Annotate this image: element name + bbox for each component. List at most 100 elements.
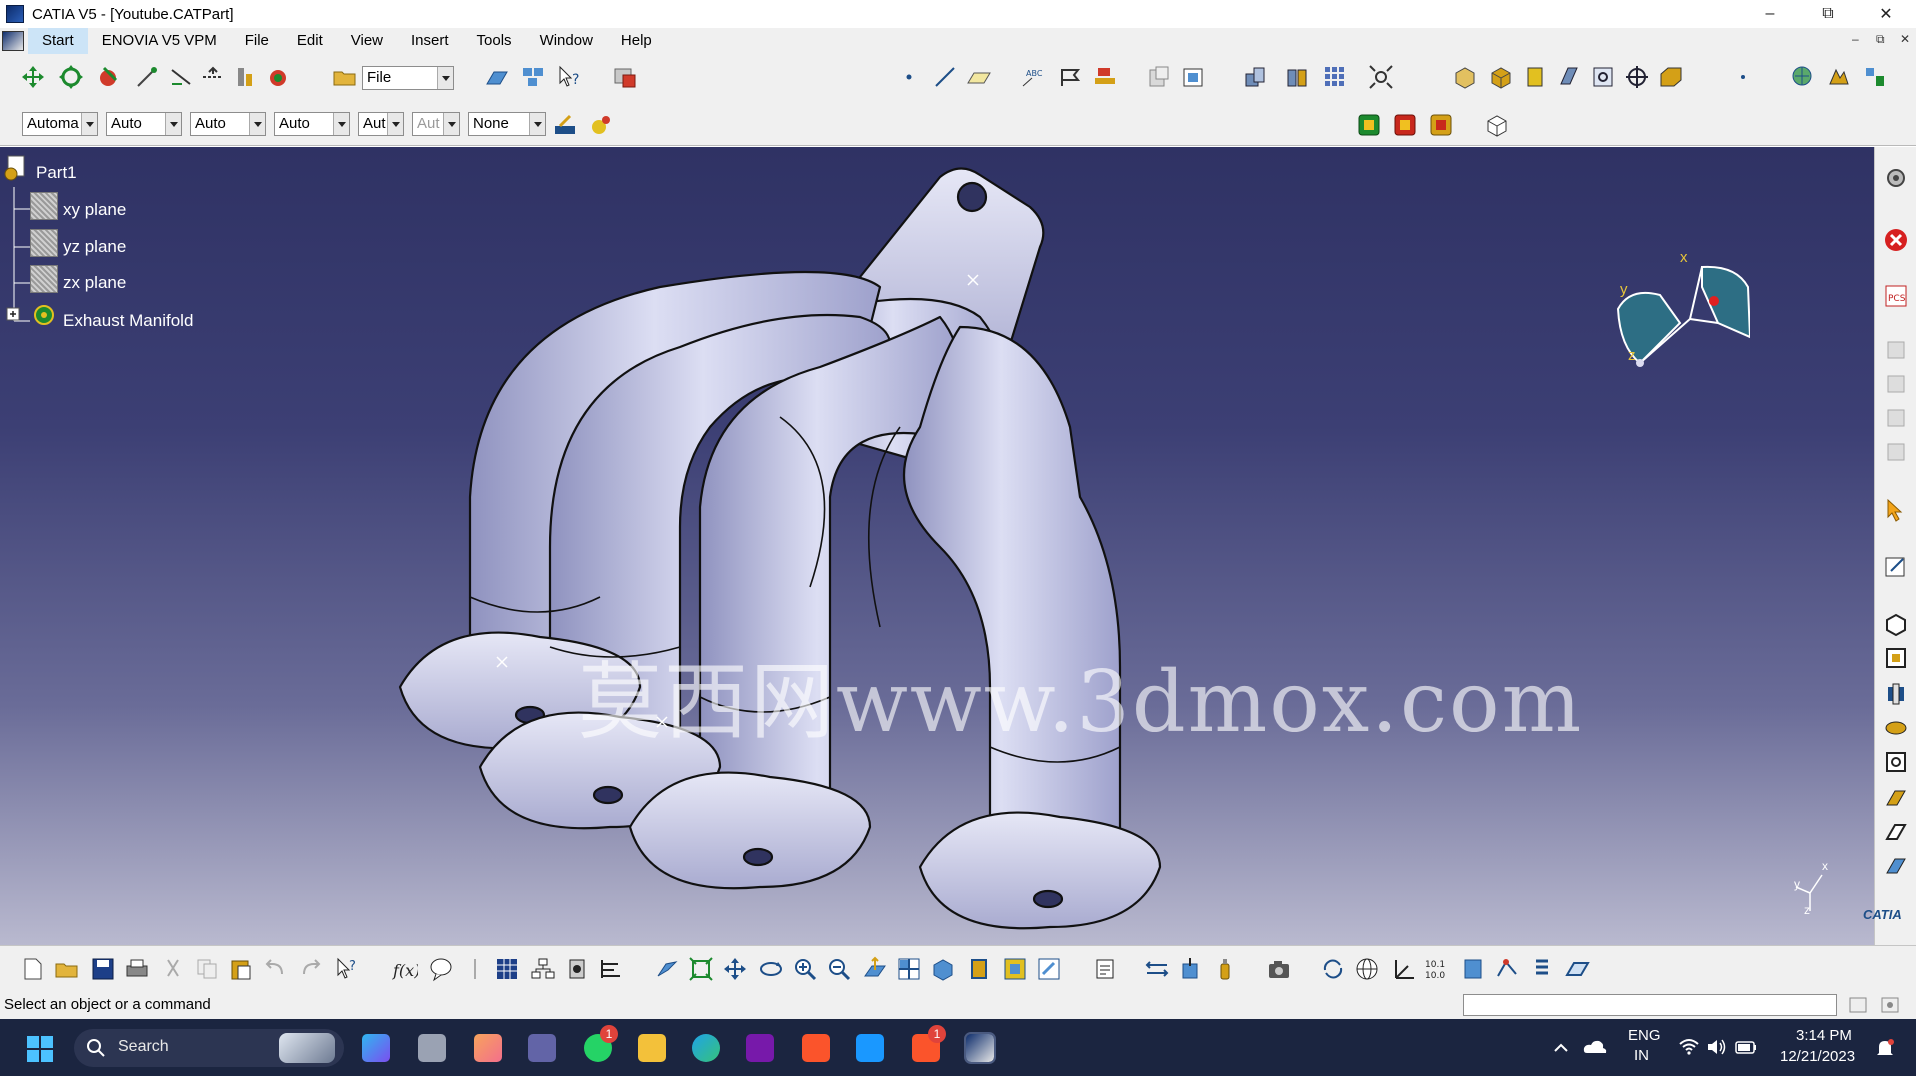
constraint-icon[interactable] xyxy=(1494,956,1520,982)
menu-insert[interactable]: Insert xyxy=(397,28,463,54)
layer-combo[interactable]: None xyxy=(468,112,546,136)
status-panel-icon[interactable] xyxy=(1848,995,1870,1015)
language-label[interactable]: ENG xyxy=(1628,1027,1661,1044)
chamfer-icon[interactable] xyxy=(1883,819,1909,845)
hierarchy-icon[interactable] xyxy=(530,956,556,982)
knowledge-advisor-icon[interactable] xyxy=(598,956,624,982)
text-annotation-icon[interactable]: ABC xyxy=(1020,64,1046,90)
camera-icon[interactable] xyxy=(1266,956,1292,982)
file-combo[interactable]: File xyxy=(362,66,454,90)
box-icon[interactable] xyxy=(1522,64,1548,90)
edge-icon[interactable] xyxy=(692,1034,720,1062)
task-view-icon[interactable] xyxy=(418,1034,446,1062)
shading-icon[interactable] xyxy=(1488,64,1514,90)
command-input[interactable] xyxy=(1463,994,1837,1016)
distance-icon[interactable] xyxy=(1144,956,1170,982)
solid-icon[interactable] xyxy=(1658,64,1684,90)
prime-video-icon[interactable] xyxy=(856,1034,884,1062)
analysis-icon[interactable] xyxy=(612,64,638,90)
part-document-icon[interactable] xyxy=(2,155,28,183)
globe-icon[interactable] xyxy=(1354,956,1380,982)
iso-view-icon[interactable] xyxy=(1452,64,1478,90)
whats-this-icon[interactable]: ? xyxy=(556,64,582,90)
tree-item-exhaust-manifold[interactable]: Exhaust Manifold xyxy=(63,311,193,331)
plane-icon[interactable] xyxy=(966,64,992,90)
fit-all-in-icon[interactable] xyxy=(688,956,714,982)
measure-inertia-icon[interactable] xyxy=(232,64,258,90)
restore-button[interactable]: ⧉ xyxy=(1800,0,1856,28)
teams-icon[interactable] xyxy=(528,1034,556,1062)
cut-icon[interactable] xyxy=(160,956,186,982)
menu-start[interactable]: Start xyxy=(28,28,88,54)
status-settings-icon[interactable] xyxy=(1880,995,1902,1015)
comment-icon[interactable] xyxy=(428,956,454,982)
windows-start-icon[interactable] xyxy=(26,1035,54,1063)
part-body-icon[interactable] xyxy=(1484,112,1510,138)
menu-file[interactable]: File xyxy=(231,28,283,54)
sketch-edit-icon[interactable] xyxy=(1883,553,1909,579)
menu-view[interactable]: View xyxy=(337,28,397,54)
menu-window[interactable]: Window xyxy=(526,28,607,54)
copilot-icon[interactable] xyxy=(362,1034,390,1062)
transparency-combo[interactable]: Auto xyxy=(106,112,182,136)
view-mode-icon[interactable] xyxy=(966,956,992,982)
pocket-feature-icon[interactable] xyxy=(1883,645,1909,671)
catia-taskbar-icon[interactable] xyxy=(964,1032,996,1064)
clock-date[interactable]: 12/21/2023 xyxy=(1780,1048,1855,1065)
volume-icon[interactable] xyxy=(1706,1037,1728,1057)
cylinder-icon[interactable] xyxy=(1556,64,1582,90)
new-file-icon[interactable] xyxy=(20,956,46,982)
rotate-move-icon[interactable] xyxy=(58,64,84,90)
quick-view-icon[interactable] xyxy=(930,956,956,982)
line-thickness-combo[interactable]: Auto xyxy=(190,112,266,136)
help-pointer-icon[interactable]: ? xyxy=(334,956,360,982)
chart-tool-icon[interactable] xyxy=(1862,64,1888,90)
color-combo[interactable]: Automa xyxy=(22,112,98,136)
fillet-icon[interactable] xyxy=(1883,785,1909,811)
rotate-icon[interactable] xyxy=(758,956,784,982)
onenote-icon[interactable] xyxy=(746,1034,774,1062)
widgets-icon[interactable] xyxy=(474,1034,502,1062)
tree-item-zx-plane[interactable]: zx plane xyxy=(63,273,126,293)
menu-edit[interactable]: Edit xyxy=(283,28,337,54)
paste-icon[interactable] xyxy=(228,956,254,982)
redo-icon[interactable] xyxy=(298,956,324,982)
update-icon[interactable] xyxy=(1320,956,1346,982)
copy-icon[interactable] xyxy=(194,956,220,982)
tree-item-xy-plane[interactable]: xy plane xyxy=(63,200,126,220)
axis-system-icon[interactable] xyxy=(1390,956,1416,982)
line-type-combo[interactable]: Auto xyxy=(274,112,350,136)
fit-all-icon[interactable] xyxy=(1368,64,1394,90)
measure-tool-icon[interactable] xyxy=(1092,956,1118,982)
law-icon[interactable] xyxy=(462,956,488,982)
section-icon[interactable] xyxy=(1460,956,1486,982)
formula-icon[interactable] xyxy=(1428,112,1454,138)
fly-mode-icon[interactable] xyxy=(654,956,680,982)
brave-icon[interactable] xyxy=(802,1034,830,1062)
graphic-properties-icon[interactable] xyxy=(588,112,614,138)
file-explorer-icon[interactable] xyxy=(638,1034,666,1062)
target-icon[interactable] xyxy=(1624,64,1650,90)
shaft-feature-icon[interactable] xyxy=(1883,681,1909,707)
pad-feature-icon[interactable] xyxy=(1883,611,1909,637)
menu-enovia[interactable]: ENOVIA V5 VPM xyxy=(88,28,231,54)
save-icon[interactable] xyxy=(90,956,116,982)
menu-help[interactable]: Help xyxy=(607,28,666,54)
multi-view-icon[interactable] xyxy=(896,956,922,982)
capture-icon[interactable] xyxy=(1146,64,1172,90)
point-icon[interactable] xyxy=(896,64,922,90)
rib-feature-icon[interactable] xyxy=(1883,715,1909,741)
flag-note-icon[interactable] xyxy=(1056,64,1082,90)
battery-icon[interactable] xyxy=(1734,1037,1758,1057)
gear-icon[interactable] xyxy=(1883,165,1909,191)
open-file-icon[interactable] xyxy=(54,956,80,982)
line-icon[interactable] xyxy=(932,64,958,90)
scan-icon[interactable] xyxy=(564,956,590,982)
catalog-icon[interactable] xyxy=(1356,112,1382,138)
positioned-sketch-icon[interactable] xyxy=(520,64,546,90)
tray-chevron-up-icon[interactable] xyxy=(1552,1039,1570,1057)
pad-icon[interactable] xyxy=(1242,64,1268,90)
onedrive-cloud-icon[interactable] xyxy=(1582,1037,1608,1057)
sketcher-icon[interactable] xyxy=(484,64,510,90)
menu-tools[interactable]: Tools xyxy=(463,28,526,54)
